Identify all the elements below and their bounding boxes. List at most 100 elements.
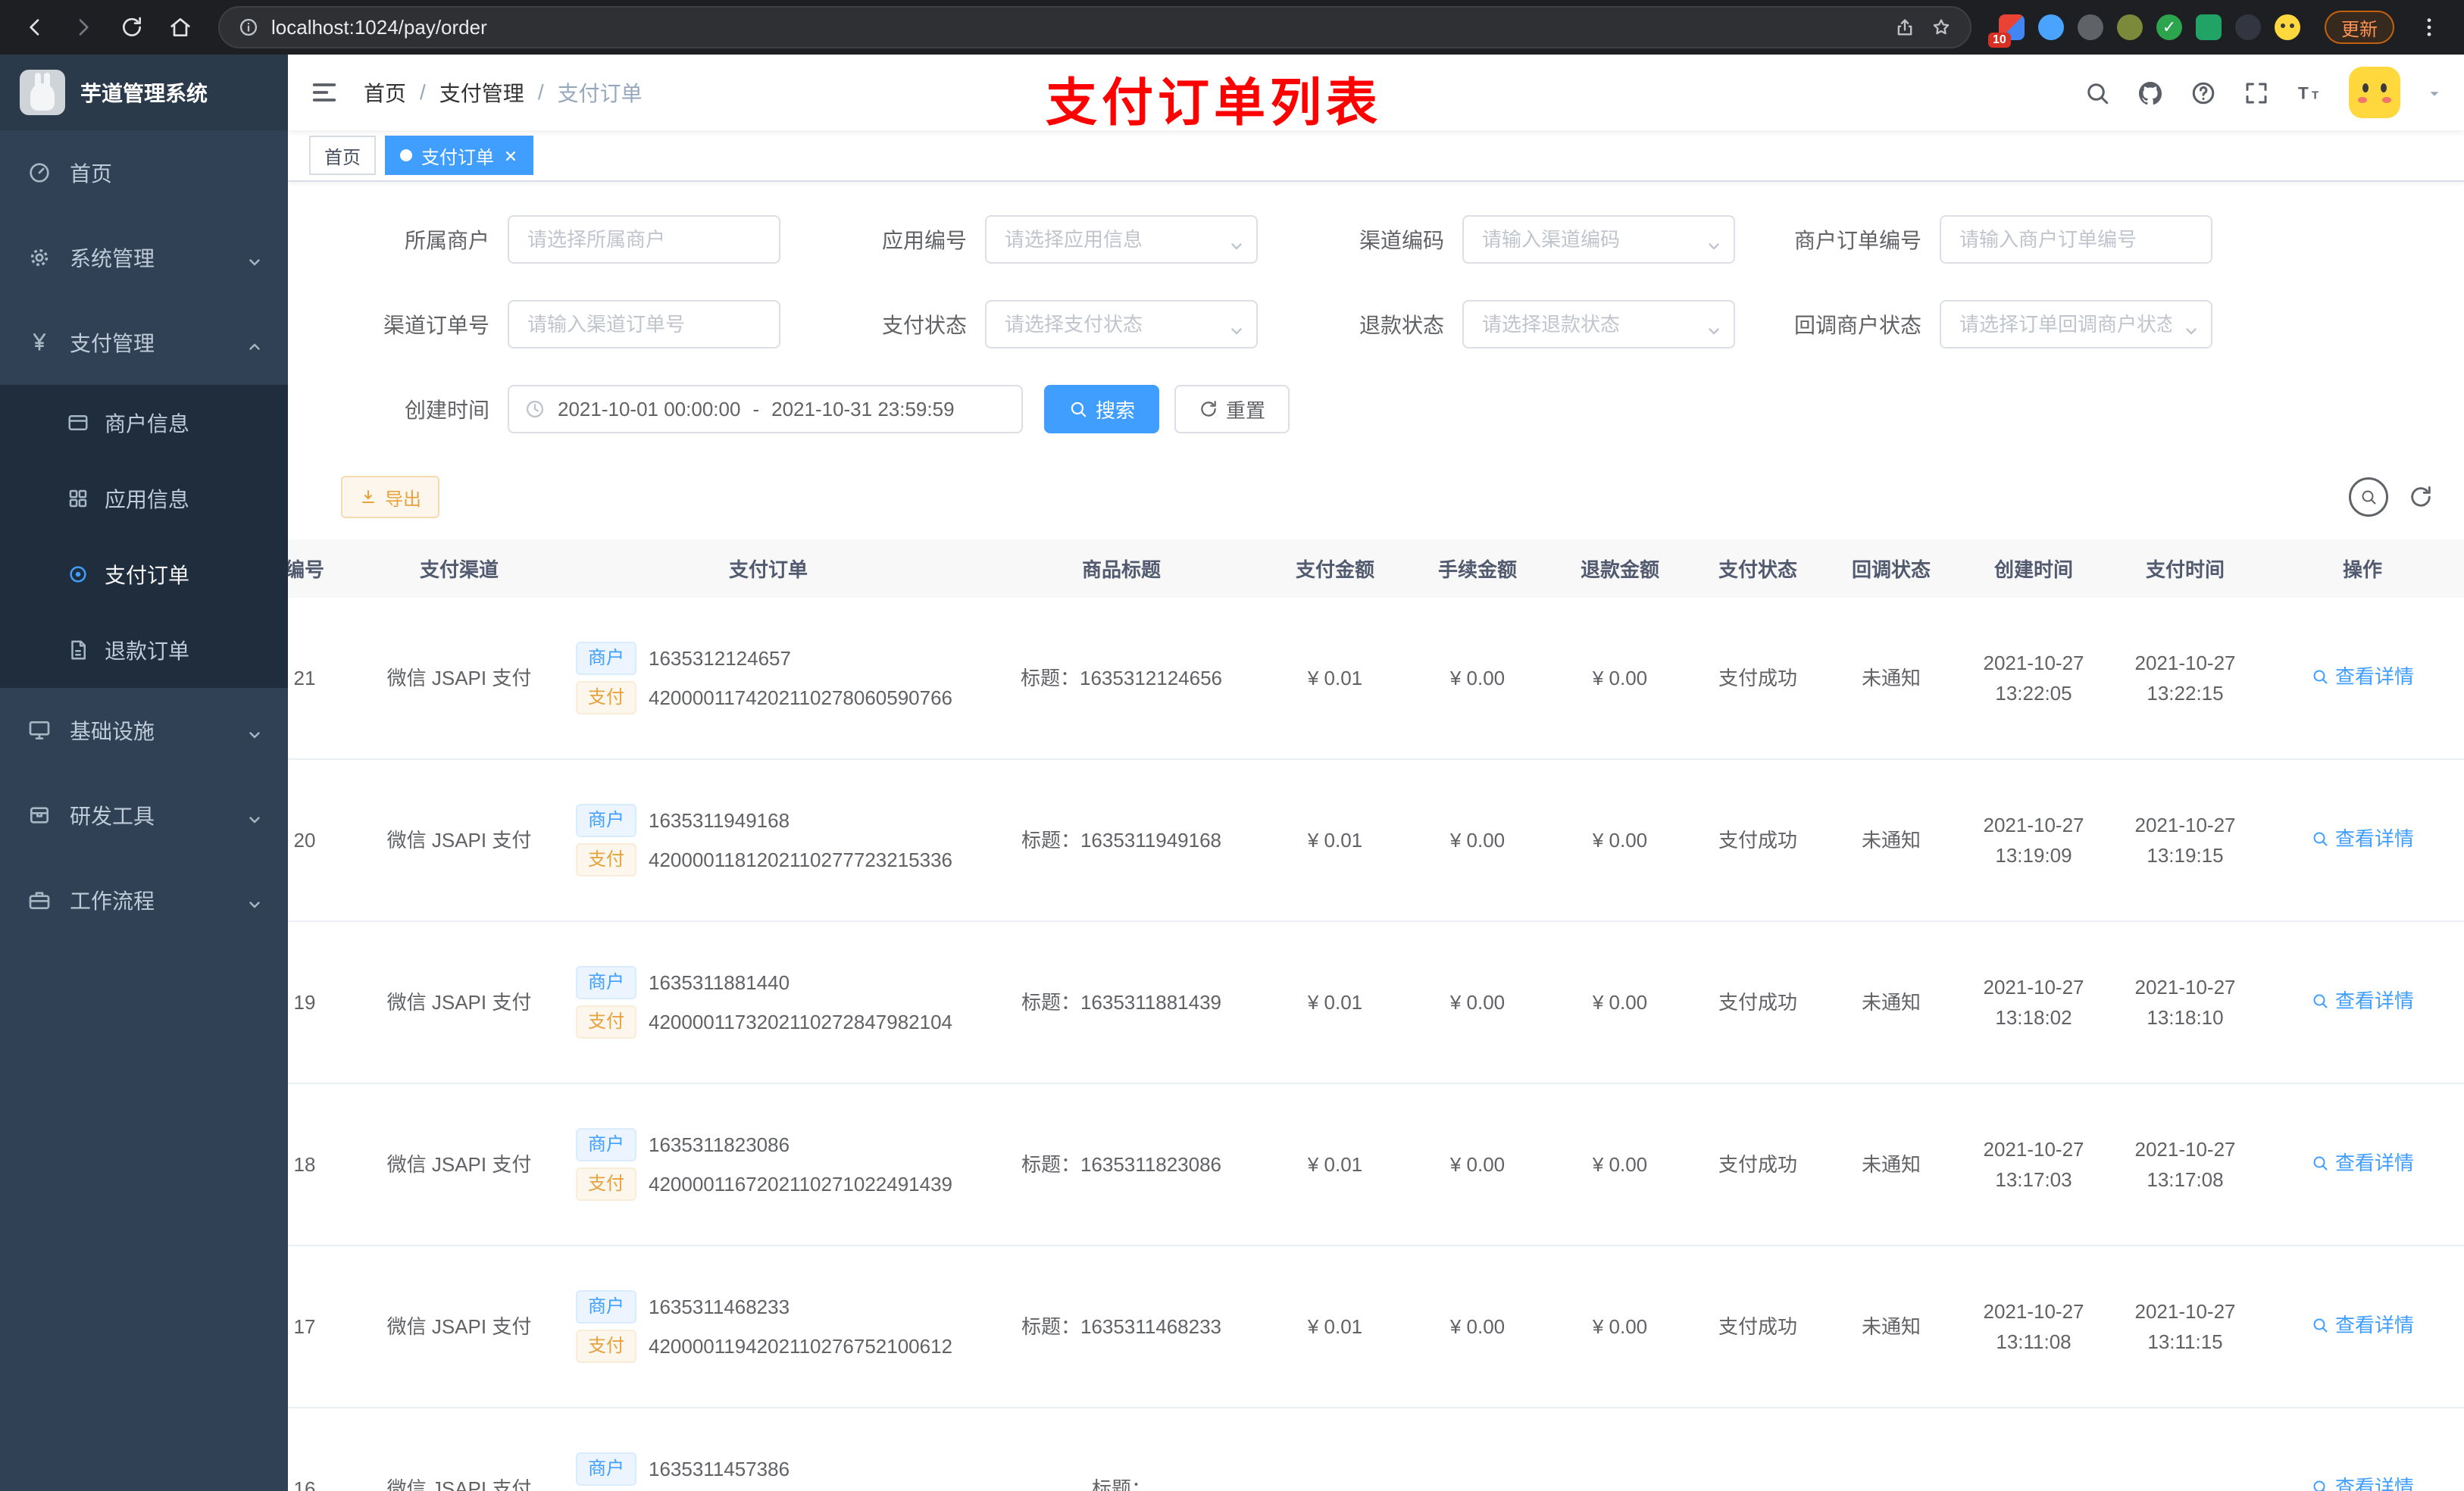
browser-back-button[interactable] bbox=[15, 8, 55, 47]
orders-table: 编号 支付渠道 支付订单 商品标题 支付金额 手续金额 退款金额 支付状态 回调… bbox=[288, 539, 2464, 1491]
app-logo[interactable]: 芋道管理系统 bbox=[0, 55, 288, 130]
avatar-caret-icon[interactable] bbox=[2426, 79, 2443, 107]
extension-icon[interactable] bbox=[2196, 14, 2222, 40]
table-header-row: 编号 支付渠道 支付订单 商品标题 支付金额 手续金额 退款金额 支付状态 回调… bbox=[288, 539, 2464, 598]
sidebar-item-system[interactable]: 系统管理 bbox=[0, 215, 288, 300]
browser-menu-icon[interactable] bbox=[2409, 8, 2449, 47]
extension-icon[interactable] bbox=[2038, 14, 2064, 40]
cell-id: 19 bbox=[288, 921, 361, 1084]
sidebar-item-infrastructure[interactable]: 基础设施 bbox=[0, 688, 288, 773]
download-icon bbox=[359, 488, 377, 506]
channel-order-no-field[interactable] bbox=[508, 300, 780, 349]
view-detail-link[interactable]: 查看详情 bbox=[2311, 1472, 2414, 1491]
cell-title: 标题：1635311823086 bbox=[979, 1083, 1264, 1246]
table-row: 17 微信 JSAPI 支付 商户 1635311468233 支付 42000… bbox=[288, 1246, 2464, 1408]
search-button[interactable]: 搜索 bbox=[1044, 385, 1160, 433]
extension-icon[interactable]: 10 bbox=[1988, 14, 2025, 48]
url-text[interactable]: localhost:1024/pay/order bbox=[271, 16, 1882, 39]
merchant-order-no: 1635312124657 bbox=[649, 646, 791, 670]
refund-status-input[interactable] bbox=[1462, 300, 1735, 349]
github-icon[interactable] bbox=[2137, 78, 2164, 108]
browser-update-button[interactable]: 更新 bbox=[2325, 11, 2394, 44]
merchant-order-no: 1635311823086 bbox=[649, 1133, 790, 1156]
pay-status-select[interactable] bbox=[985, 300, 1258, 349]
merchant-select[interactable] bbox=[508, 215, 780, 264]
font-size-icon[interactable] bbox=[2296, 78, 2323, 108]
view-detail-link[interactable]: 查看详情 bbox=[2311, 1148, 2414, 1178]
view-detail-link[interactable]: 查看详情 bbox=[2311, 824, 2414, 854]
browser-reload-button[interactable] bbox=[112, 8, 152, 47]
extension-badge: 10 bbox=[1988, 33, 2011, 48]
sidebar-item-dev-tools[interactable]: 研发工具 bbox=[0, 773, 288, 858]
pay-status-input[interactable] bbox=[985, 300, 1258, 349]
cell-amount: ¥ 0.01 bbox=[1264, 598, 1406, 760]
extension-icon[interactable] bbox=[2078, 14, 2103, 40]
cell-id: 16 bbox=[288, 1408, 361, 1491]
profile-avatar-icon[interactable] bbox=[2275, 14, 2300, 40]
cell-refund: ¥ 0.00 bbox=[1549, 1246, 1691, 1408]
browser-home-button[interactable] bbox=[161, 8, 200, 47]
share-icon[interactable] bbox=[1894, 17, 1915, 38]
view-detail-link[interactable]: 查看详情 bbox=[2311, 986, 2414, 1016]
extension-icon[interactable] bbox=[2235, 14, 2261, 40]
sidebar-item-refund-order[interactable]: 退款订单 bbox=[0, 612, 288, 688]
refund-status-select[interactable] bbox=[1462, 300, 1735, 349]
help-icon[interactable] bbox=[2190, 78, 2217, 108]
fullscreen-icon[interactable] bbox=[2243, 78, 2270, 108]
browser-forward-button[interactable] bbox=[64, 8, 103, 47]
table-row: 21 微信 JSAPI 支付 商户 1635312124657 支付 42000… bbox=[288, 598, 2464, 760]
create-time-range-picker[interactable]: 2021-10-01 00:00:00 - 2021-10-31 23:59:5… bbox=[508, 385, 1023, 433]
tab-close-icon[interactable] bbox=[503, 145, 518, 166]
sidebar-item-payment[interactable]: 支付管理 bbox=[0, 300, 288, 385]
header-search-icon[interactable] bbox=[2084, 78, 2111, 108]
view-detail-link[interactable]: 查看详情 bbox=[2311, 661, 2414, 692]
channel-code-input[interactable] bbox=[1462, 215, 1735, 264]
sidebar-item-home[interactable]: 首页 bbox=[0, 130, 288, 215]
bookmark-star-icon[interactable] bbox=[1931, 17, 1952, 38]
app-select[interactable] bbox=[985, 215, 1258, 264]
breadcrumb-payment[interactable]: 支付管理 bbox=[439, 77, 524, 108]
cell-create-time: 2021-10-27 13:18:02 bbox=[1958, 921, 2109, 1084]
chevron-down-icon bbox=[245, 721, 264, 746]
cell-pay-status: 支付成功 bbox=[1691, 1246, 1825, 1408]
address-bar[interactable]: localhost:1024/pay/order bbox=[218, 6, 1972, 48]
cell-create-time: 2021-10-27 13:17:03 bbox=[1958, 1083, 2109, 1246]
col-refund: 退款金额 bbox=[1549, 539, 1691, 598]
export-button[interactable]: 导出 bbox=[341, 476, 439, 518]
date-start-value[interactable]: 2021-10-01 00:00:00 bbox=[558, 398, 740, 421]
reset-button[interactable]: 重置 bbox=[1174, 385, 1290, 433]
merchant-order-no: 1635311881440 bbox=[649, 971, 790, 994]
channel-order-no-input[interactable] bbox=[508, 300, 780, 349]
merchant-tag: 商户 bbox=[576, 1128, 636, 1161]
refresh-table-button[interactable] bbox=[2408, 484, 2434, 510]
cell-amount bbox=[1264, 1408, 1406, 1491]
cell-refund: ¥ 0.00 bbox=[1549, 1083, 1691, 1246]
channel-code-select[interactable] bbox=[1462, 215, 1735, 264]
extension-icon[interactable] bbox=[2117, 14, 2143, 40]
extension-check-icon[interactable]: ✓ bbox=[2156, 14, 2182, 40]
sidebar-item-workflow[interactable]: 工作流程 bbox=[0, 858, 288, 942]
tab-pay-order[interactable]: 支付订单 bbox=[385, 136, 533, 175]
sidebar-collapse-icon[interactable] bbox=[309, 77, 339, 108]
view-detail-link[interactable]: 查看详情 bbox=[2311, 1310, 2414, 1340]
merchant-order-no-input[interactable] bbox=[1940, 215, 2212, 264]
merchant-tag: 商户 bbox=[576, 1452, 636, 1486]
merchant-order-no-field[interactable] bbox=[1940, 215, 2212, 264]
app-input[interactable] bbox=[985, 215, 1258, 264]
date-end-value[interactable]: 2021-10-31 23:59:59 bbox=[771, 398, 954, 421]
sidebar-item-merchant-info[interactable]: 商户信息 bbox=[0, 385, 288, 461]
site-info-icon[interactable] bbox=[238, 17, 259, 38]
tab-home[interactable]: 首页 bbox=[309, 136, 376, 175]
toggle-search-button[interactable] bbox=[2349, 477, 2388, 517]
sidebar-item-pay-order[interactable]: 支付订单 bbox=[0, 536, 288, 612]
target-icon bbox=[67, 563, 89, 586]
chevron-down-icon bbox=[245, 806, 264, 830]
notify-status-select[interactable] bbox=[1940, 300, 2212, 349]
user-avatar[interactable] bbox=[2349, 67, 2400, 118]
merchant-input[interactable] bbox=[508, 215, 780, 264]
notify-status-input[interactable] bbox=[1940, 300, 2212, 349]
breadcrumb-home[interactable]: 首页 bbox=[364, 77, 406, 108]
sidebar-item-app-info[interactable]: 应用信息 bbox=[0, 461, 288, 536]
cell-channel: 微信 JSAPI 支付 bbox=[361, 1246, 558, 1408]
refresh-icon bbox=[2408, 484, 2434, 510]
